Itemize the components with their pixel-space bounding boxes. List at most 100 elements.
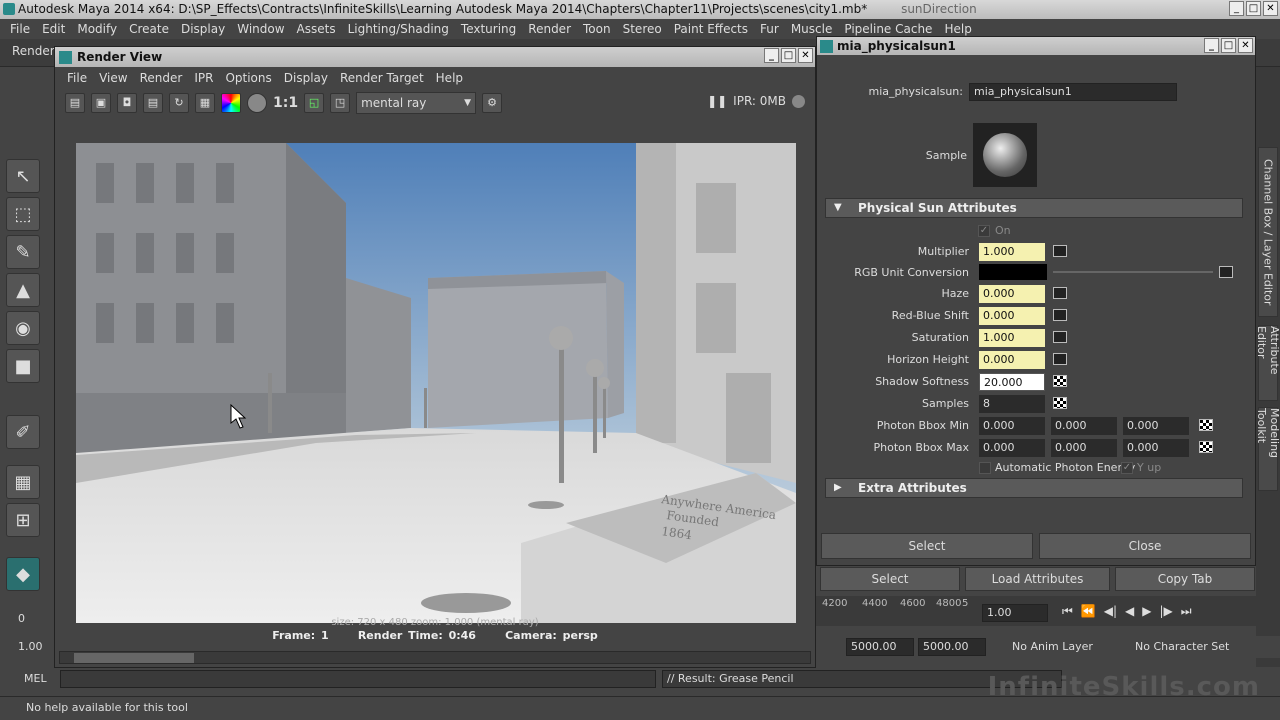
start-time-field[interactable]: 1.00 [18, 640, 43, 653]
rotate-tool-icon[interactable]: ◉ [6, 311, 40, 345]
ipr-region-icon[interactable]: ▦ [195, 93, 215, 113]
checker-map-icon[interactable] [1053, 397, 1067, 409]
multiplier-field[interactable]: 1.000 [979, 243, 1045, 261]
ae-minimize-button[interactable]: _ [1204, 38, 1219, 53]
render-view-scrollbar[interactable] [59, 651, 811, 664]
frame-field[interactable]: 0 [18, 612, 25, 625]
rgb-unit-swatch[interactable] [979, 264, 1047, 280]
rv-menu-file[interactable]: File [61, 71, 93, 85]
photon-max-x-field[interactable]: 0.000 [979, 439, 1045, 457]
node-name-field[interactable]: mia_physicalsun1 [969, 83, 1177, 101]
remove-image-icon[interactable]: ◳ [330, 93, 351, 113]
menu-create[interactable]: Create [123, 22, 175, 36]
minimize-button[interactable]: _ [1229, 1, 1244, 16]
tab-channel-box[interactable]: Channel Box / Layer Editor [1258, 147, 1278, 317]
menu-lighting-shading[interactable]: Lighting/Shading [342, 22, 455, 36]
samples-field[interactable]: 8 [979, 395, 1045, 413]
shelf-tab-render[interactable]: Render [12, 44, 55, 58]
menu-assets[interactable]: Assets [291, 22, 342, 36]
photon-min-z-field[interactable]: 0.000 [1123, 417, 1189, 435]
ae-title-bar[interactable]: mia_physicalsun1 _ □ ✕ [817, 37, 1255, 55]
section-extra-attributes[interactable]: ▶ Extra Attributes [825, 478, 1243, 498]
menu-fur[interactable]: Fur [754, 22, 785, 36]
map-button-icon[interactable] [1053, 331, 1067, 343]
anim-layer-select[interactable]: No Anim Layer [1012, 640, 1093, 653]
checker-map-icon[interactable] [1199, 441, 1213, 453]
map-button-icon[interactable] [1053, 245, 1067, 257]
menu-modify[interactable]: Modify [71, 22, 123, 36]
mel-input[interactable] [60, 670, 656, 688]
last-tool-icon[interactable]: ✐ [6, 415, 40, 449]
horizon-height-field[interactable]: 0.000 [979, 351, 1045, 369]
render-region-icon[interactable]: ▣ [91, 93, 111, 113]
shadow-softness-field[interactable]: 20.000 [979, 373, 1045, 391]
menu-help[interactable]: Help [938, 22, 977, 36]
menu-toon[interactable]: Toon [577, 22, 617, 36]
rv-menu-display[interactable]: Display [278, 71, 334, 85]
maximize-button[interactable]: □ [1246, 1, 1261, 16]
step-forward-icon[interactable]: |▶ [1160, 604, 1173, 619]
map-button-icon[interactable] [1053, 287, 1067, 299]
map-button-icon[interactable] [1219, 266, 1233, 278]
move-tool-icon[interactable]: ▲ [6, 273, 40, 307]
y-up-checkbox[interactable]: ✓ [1121, 462, 1133, 474]
step-back-key-icon[interactable]: ⏪ [1081, 604, 1096, 619]
map-button-icon[interactable] [1053, 309, 1067, 321]
rv-close-button[interactable]: ✕ [798, 48, 813, 63]
renderer-select[interactable]: mental ray ▼ [356, 92, 477, 114]
rv-menu-help[interactable]: Help [430, 71, 469, 85]
ae-maximize-button[interactable]: □ [1221, 38, 1236, 53]
ae-close-button[interactable]: ✕ [1238, 38, 1253, 53]
tab-modeling-toolkit[interactable]: Modeling Toolkit [1255, 407, 1280, 491]
auto-photon-checkbox[interactable] [979, 462, 991, 474]
menu-window[interactable]: Window [231, 22, 290, 36]
paint-select-tool-icon[interactable]: ✎ [6, 235, 40, 269]
menu-render[interactable]: Render [522, 22, 577, 36]
section-physical-sun[interactable]: ▼ Physical Sun Attributes [825, 198, 1243, 218]
display-rgb-icon[interactable] [221, 93, 241, 113]
tab-attribute-editor[interactable]: Attribute Editor [1255, 325, 1280, 401]
go-to-end-icon[interactable]: ⏭ [1181, 604, 1192, 619]
map-button-icon[interactable] [1053, 353, 1067, 365]
sample-swatch[interactable] [973, 123, 1037, 187]
rv-maximize-button[interactable]: □ [781, 48, 796, 63]
maya-logo-icon[interactable]: ◆ [6, 557, 40, 591]
red-blue-shift-field[interactable]: 0.000 [979, 307, 1045, 325]
rv-menu-view[interactable]: View [93, 71, 133, 85]
rendered-image[interactable]: Anywhere America Founded 1864 [76, 143, 796, 623]
ae-select-button[interactable]: Select [820, 567, 960, 591]
load-attributes-button[interactable]: Load Attributes [965, 567, 1110, 591]
scale-tool-icon[interactable]: ■ [6, 349, 40, 383]
lasso-tool-icon[interactable]: ⬚ [6, 197, 40, 231]
rv-menu-render[interactable]: Render [134, 71, 189, 85]
rv-menu-options[interactable]: Options [219, 71, 277, 85]
photon-min-x-field[interactable]: 0.000 [979, 417, 1045, 435]
close-button[interactable]: ✕ [1263, 1, 1278, 16]
layout-single-icon[interactable]: ▦ [6, 465, 40, 499]
display-alpha-icon[interactable] [247, 93, 267, 113]
real-size-button[interactable]: 1:1 [273, 95, 298, 111]
step-back-icon[interactable]: ◀| [1104, 604, 1117, 619]
render-view-title-bar[interactable]: Render View _ □ ✕ [55, 47, 815, 67]
select-button[interactable]: Select [821, 533, 1033, 559]
menu-pipeline-cache[interactable]: Pipeline Cache [838, 22, 938, 36]
go-to-start-icon[interactable]: ⏮ [1062, 604, 1073, 619]
menu-muscle[interactable]: Muscle [785, 22, 839, 36]
checker-map-icon[interactable] [1053, 375, 1067, 387]
snapshot-icon[interactable]: ◘ [117, 93, 137, 113]
redo-render-icon[interactable]: ▤ [65, 93, 85, 113]
photon-max-y-field[interactable]: 0.000 [1051, 439, 1117, 457]
saturation-field[interactable]: 1.000 [979, 329, 1045, 347]
close-window-button[interactable]: Close [1039, 533, 1251, 559]
menu-edit[interactable]: Edit [36, 22, 71, 36]
rgb-unit-slider[interactable] [1053, 271, 1213, 273]
ipr-render-icon[interactable]: ▤ [143, 93, 163, 113]
playback-end-field[interactable]: 5000.00 [918, 638, 986, 656]
menu-texturing[interactable]: Texturing [455, 22, 522, 36]
rv-menu-ipr[interactable]: IPR [188, 71, 219, 85]
checker-map-icon[interactable] [1199, 419, 1213, 431]
time-slider[interactable]: 4200 4400 4600 4800 5 1.00 ⏮ ⏪ ◀| ◀ ▶ |▶… [816, 596, 1256, 626]
copy-tab-button[interactable]: Copy Tab [1115, 567, 1255, 591]
menu-display[interactable]: Display [175, 22, 231, 36]
render-settings-icon[interactable]: ⚙ [482, 93, 503, 113]
